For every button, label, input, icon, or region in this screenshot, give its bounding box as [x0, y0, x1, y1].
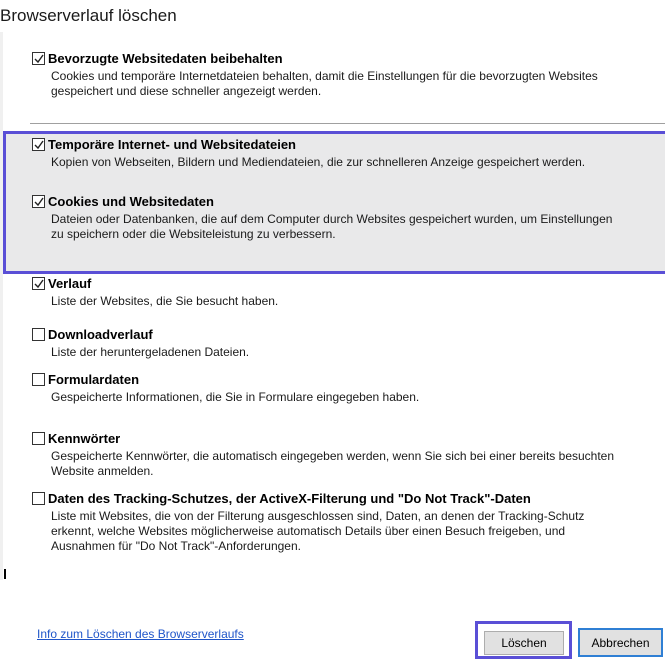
option-desc-line: Gespeicherte Informationen, die Sie in F… [51, 390, 420, 404]
checkbox-history[interactable] [32, 277, 45, 290]
checkbox-passwords[interactable] [32, 432, 45, 445]
option-label[interactable]: Temporäre Internet- und Websitedateien [48, 137, 296, 152]
checkbox-download-history[interactable] [32, 328, 45, 341]
cancel-button[interactable]: Abbrechen [578, 628, 663, 657]
option-desc-line: Liste der heruntergeladenen Dateien. [51, 345, 250, 359]
option-cookies: Cookies und Websitedaten Dateien oder Da… [32, 193, 612, 242]
option-history: Verlauf Liste der Websites, die Sie besu… [32, 275, 278, 309]
option-download-history: Downloadverlauf Liste der heruntergelade… [32, 326, 249, 360]
option-label[interactable]: Kennwörter [48, 431, 120, 446]
option-label[interactable]: Cookies und Websitedaten [48, 194, 214, 209]
option-tracking: Daten des Tracking-Schutzes, der ActiveX… [32, 490, 584, 554]
delete-button[interactable]: Löschen [484, 631, 564, 655]
option-desc-line: Ausnahmen für "Do Not Track"-Anforderung… [51, 539, 301, 553]
checkmark-icon [34, 279, 44, 289]
checkmark-icon [34, 140, 44, 150]
checkbox-form-data[interactable] [32, 373, 45, 386]
divider [30, 123, 665, 124]
checkmark-icon [34, 54, 44, 64]
option-desc-line: Website anmelden. [51, 464, 154, 478]
help-link[interactable]: Info zum Löschen des Browserverlaufs [37, 627, 244, 641]
option-label[interactable]: Bevorzugte Websitedaten beibehalten [48, 51, 283, 66]
option-desc-line: Gespeicherte Kennwörter, die automatisch… [51, 449, 615, 463]
option-desc-line: Liste mit Websites, die von der Filterun… [51, 509, 585, 523]
option-favorites: Bevorzugte Websitedaten beibehalten Cook… [32, 50, 598, 99]
option-desc-line: Dateien oder Datenbanken, die auf dem Co… [51, 212, 613, 226]
edge-mark [4, 569, 6, 579]
option-passwords: Kennwörter Gespeicherte Kennwörter, die … [32, 430, 614, 479]
option-label[interactable]: Verlauf [48, 276, 91, 291]
checkmark-icon [34, 197, 44, 207]
option-desc-line: Kopien von Webseiten, Bildern und Medien… [51, 155, 586, 169]
option-desc-line: gespeichert und diese schneller angezeig… [51, 84, 322, 98]
option-label[interactable]: Daten des Tracking-Schutzes, der ActiveX… [48, 491, 531, 506]
dialog-title: Browserverlauf löschen [0, 6, 177, 25]
option-desc-line: erkennt, welche Websites möglicherweise … [51, 524, 566, 538]
checkbox-favorites[interactable] [32, 52, 45, 65]
option-desc-line: Liste der Websites, die Sie besucht habe… [51, 294, 279, 308]
option-temp-files: Temporäre Internet- und Websitedateien K… [32, 136, 585, 170]
option-label[interactable]: Downloadverlauf [48, 327, 153, 342]
option-form-data: Formulardaten Gespeicherte Informationen… [32, 371, 419, 405]
option-desc-line: zu speichern oder die Websiteleistung zu… [51, 227, 336, 241]
option-desc-line: Cookies und temporäre Internetdateien be… [51, 69, 598, 83]
checkbox-cookies[interactable] [32, 195, 45, 208]
left-edge [0, 32, 3, 580]
checkbox-temp-files[interactable] [32, 138, 45, 151]
option-label[interactable]: Formulardaten [48, 372, 139, 387]
checkbox-tracking[interactable] [32, 492, 45, 505]
